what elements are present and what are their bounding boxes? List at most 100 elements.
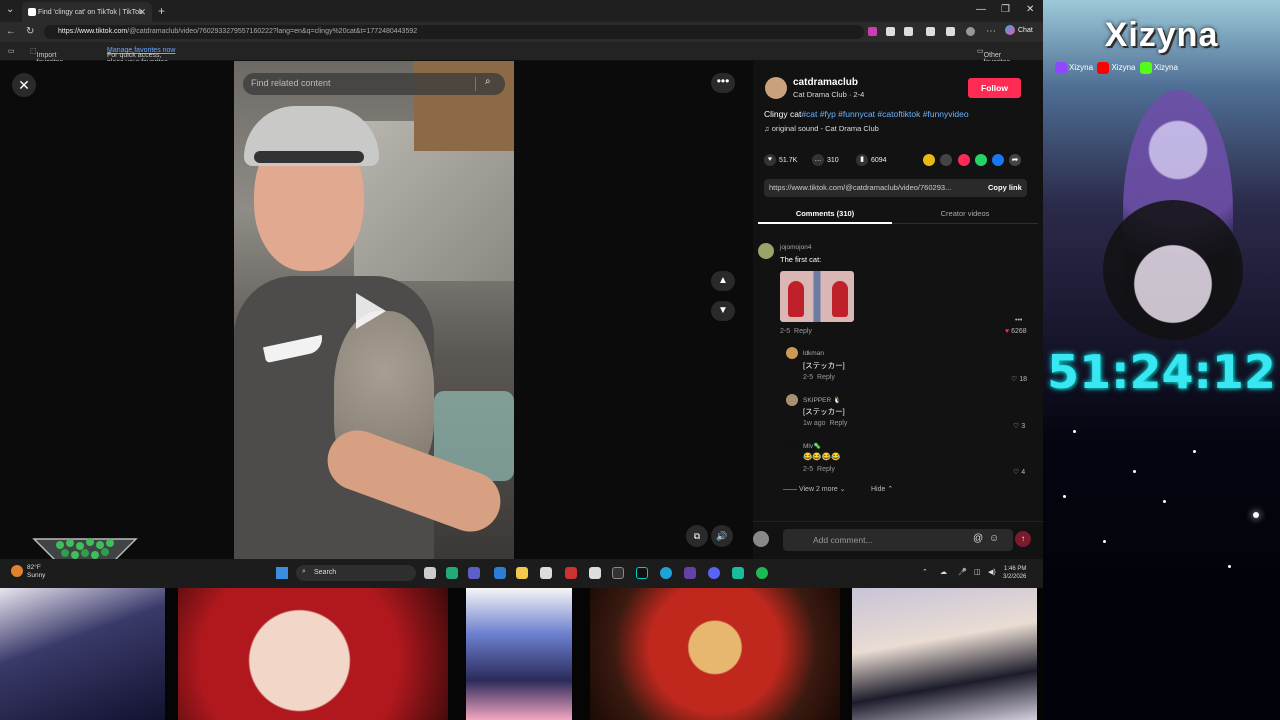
sidebar-toggle-icon[interactable]: ▭	[8, 47, 15, 55]
search-icon[interactable]: ⌕	[485, 76, 491, 87]
url-field[interactable]: https://www.tiktok.com/@catdramaclub/vid…	[44, 25, 864, 39]
save-stat[interactable]: ▮ 6094	[856, 154, 887, 166]
author-username[interactable]: catdramaclub	[793, 77, 858, 88]
comment-username[interactable]: jojomojon4	[780, 244, 811, 251]
reply-button[interactable]: Reply	[794, 328, 812, 335]
extensions-icon[interactable]	[926, 27, 935, 36]
import-favorites-button[interactable]: ⬚ Import favorites	[30, 47, 63, 66]
find-related-search[interactable]: Find related content ⌕	[243, 73, 505, 95]
commenter-avatar[interactable]	[758, 243, 774, 259]
minimize-icon[interactable]: —	[976, 4, 986, 15]
comment-like[interactable]: ♥ 6268	[1005, 328, 1027, 335]
mention-icon[interactable]: @	[973, 533, 983, 544]
extension-icon[interactable]	[886, 27, 895, 36]
volume-icon[interactable]: 🔊	[711, 525, 733, 547]
window-close-icon[interactable]: ✕	[1026, 4, 1034, 15]
author-avatar[interactable]	[765, 77, 787, 99]
profile-icon[interactable]	[966, 27, 975, 36]
tray-chevron-icon[interactable]: ⌃	[922, 568, 928, 576]
windows-taskbar: 82°F Sunny ⌕ Search ⌃ ☁ �	[0, 559, 1043, 588]
tiktok-app-icon[interactable]	[636, 567, 648, 579]
comment-stat[interactable]: … 310	[812, 154, 839, 166]
commenter-avatar[interactable]	[786, 394, 798, 406]
more-options-icon[interactable]: •••	[711, 73, 735, 93]
reply-button[interactable]: Reply	[817, 466, 835, 473]
commenter-avatar[interactable]	[786, 347, 798, 359]
tray-app-icon[interactable]: ☁	[940, 568, 947, 576]
tab-list-icon[interactable]: ⌄	[6, 4, 14, 15]
comment-username[interactable]: SKIPPER 🐧	[803, 396, 841, 404]
discord-icon[interactable]	[708, 567, 720, 579]
comment-image-spiderman[interactable]	[780, 271, 854, 322]
video-frame[interactable]	[234, 61, 514, 559]
commenter-avatar[interactable]	[786, 441, 798, 453]
edge-icon[interactable]	[660, 567, 672, 579]
taskbar-app-icon[interactable]	[468, 567, 480, 579]
copilot-chat-button[interactable]: Chat	[1005, 25, 1033, 35]
maximize-icon[interactable]: ❐	[1001, 4, 1010, 15]
tab-comments[interactable]: Comments (310)	[758, 209, 892, 218]
taskbar-app-icon[interactable]	[612, 567, 624, 579]
taskbar-app-icon[interactable]	[565, 567, 577, 579]
taskbar-search[interactable]: ⌕ Search	[296, 565, 416, 581]
windows-start-icon[interactable]	[276, 567, 288, 579]
tab-creator-videos[interactable]: Creator videos	[898, 209, 1032, 218]
volume-tray-icon[interactable]: ◀)	[988, 568, 996, 576]
emoji-icon[interactable]: ☺	[989, 533, 999, 544]
taskbar-app-icon[interactable]	[589, 567, 601, 579]
taskbar-app-icon[interactable]	[684, 567, 696, 579]
share-icon[interactable]: ➦	[1009, 154, 1021, 166]
my-avatar[interactable]	[753, 531, 769, 547]
comment-text: The first cat:	[780, 255, 822, 264]
previous-video-icon[interactable]: ▲	[711, 271, 735, 291]
reply-button[interactable]: Reply	[829, 420, 847, 427]
extension-icon[interactable]	[868, 27, 877, 36]
reply-button[interactable]: Reply	[817, 374, 835, 381]
comment-like-count: 6268	[1011, 328, 1027, 335]
repost-icon[interactable]	[958, 154, 970, 166]
favorites-icon[interactable]	[946, 27, 955, 36]
comment-more-icon[interactable]: •••	[1015, 317, 1022, 324]
close-video-button[interactable]: ✕	[12, 73, 36, 97]
spotify-icon[interactable]	[756, 567, 768, 579]
facebook-icon[interactable]	[992, 154, 1004, 166]
comment-like[interactable]: ♡ 4	[1013, 468, 1025, 476]
embed-icon[interactable]	[940, 154, 952, 166]
comment-username[interactable]: Mlv🦠	[803, 442, 821, 450]
whatsapp-icon[interactable]	[975, 154, 987, 166]
floating-player-icon[interactable]: ⧉	[686, 525, 708, 547]
send-comment-icon[interactable]: ↑	[1015, 531, 1031, 547]
play-icon[interactable]	[356, 293, 386, 329]
more-menu-icon[interactable]: ⋯	[986, 26, 996, 37]
video-link[interactable]: https://www.tiktok.com/@catdramaclub/vid…	[769, 183, 951, 192]
tab-close-icon[interactable]: ✕	[138, 7, 146, 18]
view-more-replies-button[interactable]: —— View 2 more ⌄	[783, 485, 846, 493]
comment-like[interactable]: ♡ 18	[1011, 375, 1027, 383]
comment-username[interactable]: ldkman	[803, 350, 824, 357]
refresh-icon[interactable]: ↻	[26, 26, 34, 37]
task-view-icon[interactable]	[424, 567, 436, 579]
system-clock[interactable]: 1:46 PM 3/2/2026	[1003, 565, 1026, 581]
coin-icon[interactable]	[923, 154, 935, 166]
back-icon[interactable]: ←	[6, 26, 16, 37]
extension-icon[interactable]	[904, 27, 913, 36]
taskbar-app-icon[interactable]	[732, 567, 744, 579]
hide-replies-button[interactable]: Hide ⌃	[871, 485, 893, 493]
like-stat[interactable]: ♥ 51.7K	[764, 154, 797, 166]
other-favorites-button[interactable]: ▭ Other favorites	[977, 47, 1010, 66]
taskbar-app-icon[interactable]	[446, 567, 458, 579]
hashtags[interactable]: #cat #fyp #funnycat #catoftiktok #funnyv…	[801, 109, 968, 119]
follow-button[interactable]: Follow	[968, 78, 1021, 98]
network-icon[interactable]: ◫	[974, 568, 981, 576]
taskbar-app-icon[interactable]	[540, 567, 552, 579]
sound-link[interactable]: ♫ original sound - Cat Drama Club	[764, 124, 879, 133]
comment-like[interactable]: ♡ 3	[1013, 422, 1025, 430]
new-tab-icon[interactable]: +	[158, 4, 165, 18]
file-explorer-icon[interactable]	[516, 567, 528, 579]
browser-tab[interactable]: Find 'clingy cat' on TikTok | TikTok ✕	[22, 2, 152, 22]
next-video-icon[interactable]: ▼	[711, 301, 735, 321]
microphone-icon[interactable]: 🎤	[958, 568, 967, 576]
taskbar-app-icon[interactable]	[494, 567, 506, 579]
weather-widget[interactable]: 82°F Sunny	[11, 564, 45, 580]
copy-link-button[interactable]: Copy link	[988, 183, 1022, 192]
